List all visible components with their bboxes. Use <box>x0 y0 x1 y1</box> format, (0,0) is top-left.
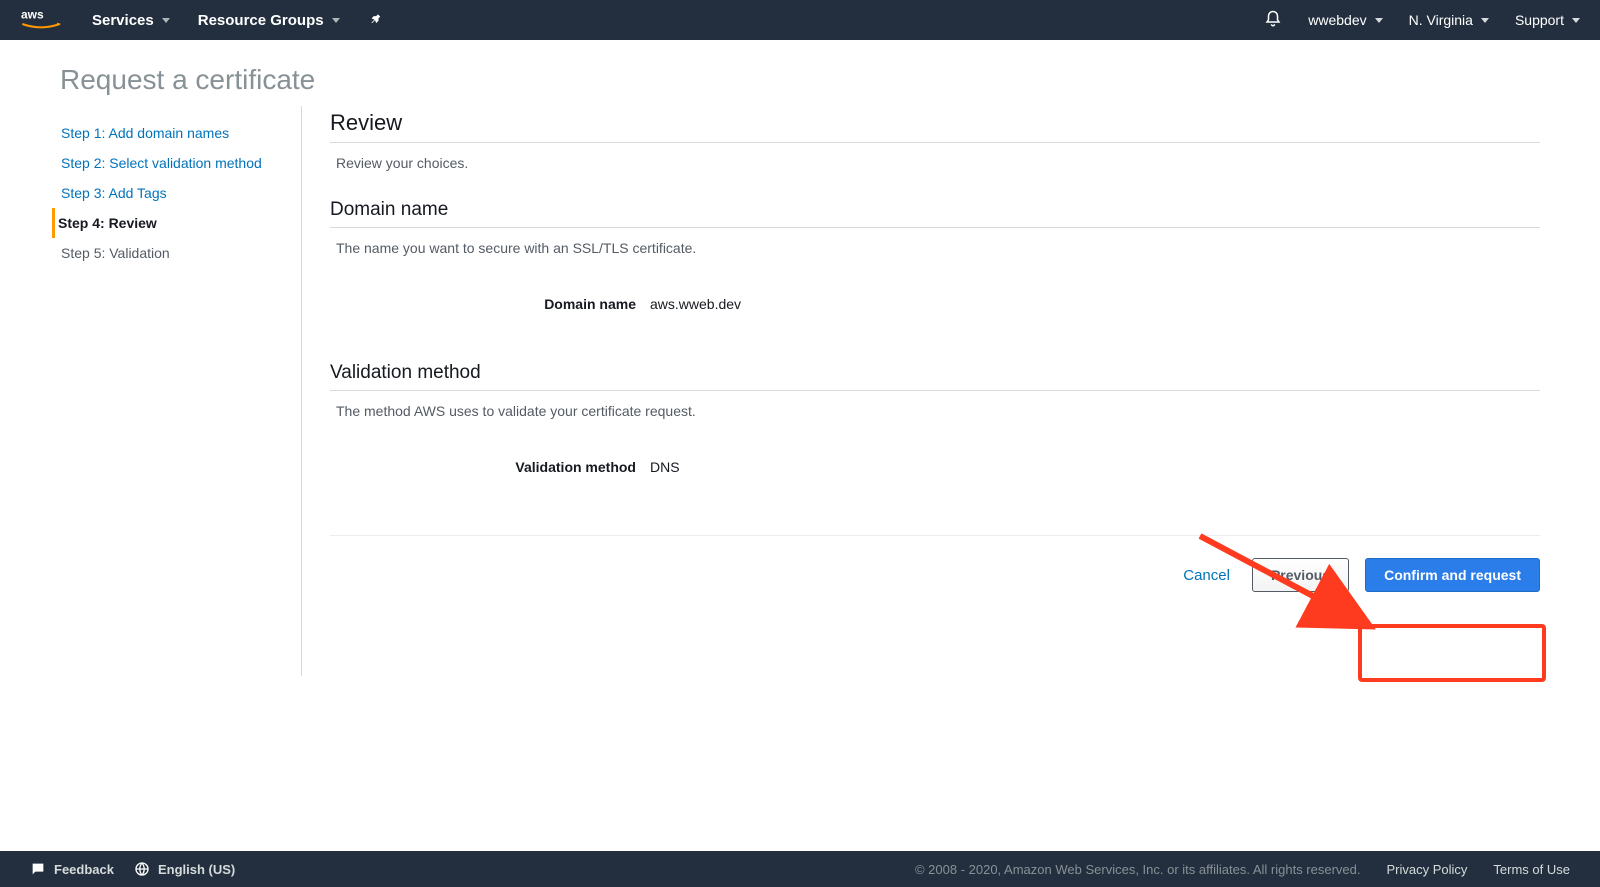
aws-logo[interactable]: aws <box>20 8 62 32</box>
domain-kv-label: Domain name <box>336 296 636 312</box>
chevron-down-icon <box>332 18 340 23</box>
wizard-actions: Cancel Previous Confirm and request <box>330 535 1540 592</box>
step-2[interactable]: Step 2: Select validation method <box>58 148 301 178</box>
chevron-down-icon <box>1572 18 1580 23</box>
previous-button[interactable]: Previous <box>1252 558 1349 592</box>
confirm-request-button[interactable]: Confirm and request <box>1365 558 1540 592</box>
page-body: Request a certificate Step 1: Add domain… <box>0 40 1600 851</box>
copyright-text: © 2008 - 2020, Amazon Web Services, Inc.… <box>915 862 1361 877</box>
nav-resource-groups[interactable]: Resource Groups <box>198 12 340 29</box>
nav-services[interactable]: Services <box>92 12 170 29</box>
step-3[interactable]: Step 3: Add Tags <box>58 178 301 208</box>
nav-support[interactable]: Support <box>1515 12 1580 28</box>
page-title: Request a certificate <box>0 40 1600 106</box>
step-1[interactable]: Step 1: Add domain names <box>58 118 301 148</box>
validation-kv-value: DNS <box>650 459 680 475</box>
globe-icon <box>134 861 150 877</box>
domain-kv-value: aws.wweb.dev <box>650 296 741 312</box>
language-label: English (US) <box>158 862 235 877</box>
notifications-icon[interactable] <box>1264 10 1282 31</box>
nav-region-label: N. Virginia <box>1409 12 1473 28</box>
pin-icon[interactable] <box>368 12 382 29</box>
domain-kv: Domain name aws.wweb.dev <box>330 296 1540 312</box>
privacy-link[interactable]: Privacy Policy <box>1387 862 1468 877</box>
main-content: Review Review your choices. Domain name … <box>302 106 1540 676</box>
nav-services-label: Services <box>92 12 154 29</box>
svg-text:aws: aws <box>21 8 44 22</box>
nav-region[interactable]: N. Virginia <box>1409 12 1489 28</box>
review-heading: Review <box>330 110 1540 143</box>
annotation-highlight <box>1358 624 1546 682</box>
step-4[interactable]: Step 4: Review <box>52 208 301 238</box>
validation-kv: Validation method DNS <box>330 459 1540 475</box>
feedback-link[interactable]: Feedback <box>30 861 114 877</box>
cancel-button[interactable]: Cancel <box>1177 567 1236 584</box>
nav-support-label: Support <box>1515 12 1564 28</box>
chevron-down-icon <box>1481 18 1489 23</box>
chevron-down-icon <box>1375 18 1383 23</box>
language-selector[interactable]: English (US) <box>134 861 235 877</box>
validation-desc: The method AWS uses to validate your cer… <box>330 403 1540 419</box>
wizard-steps: Step 1: Add domain names Step 2: Select … <box>50 106 302 676</box>
nav-resource-groups-label: Resource Groups <box>198 12 324 29</box>
top-nav: aws Services Resource Groups wwebdev N. … <box>0 0 1600 40</box>
nav-account[interactable]: wwebdev <box>1308 12 1382 28</box>
feedback-label: Feedback <box>54 862 114 877</box>
chevron-down-icon <box>162 18 170 23</box>
speech-bubble-icon <box>30 861 46 877</box>
terms-link[interactable]: Terms of Use <box>1493 862 1570 877</box>
review-desc: Review your choices. <box>330 155 1540 171</box>
footer: Feedback English (US) © 2008 - 2020, Ama… <box>0 851 1600 887</box>
validation-heading: Validation method <box>330 362 1540 391</box>
domain-desc: The name you want to secure with an SSL/… <box>330 240 1540 256</box>
step-5: Step 5: Validation <box>58 238 301 268</box>
domain-heading: Domain name <box>330 199 1540 228</box>
validation-kv-label: Validation method <box>336 459 636 475</box>
nav-account-label: wwebdev <box>1308 12 1366 28</box>
